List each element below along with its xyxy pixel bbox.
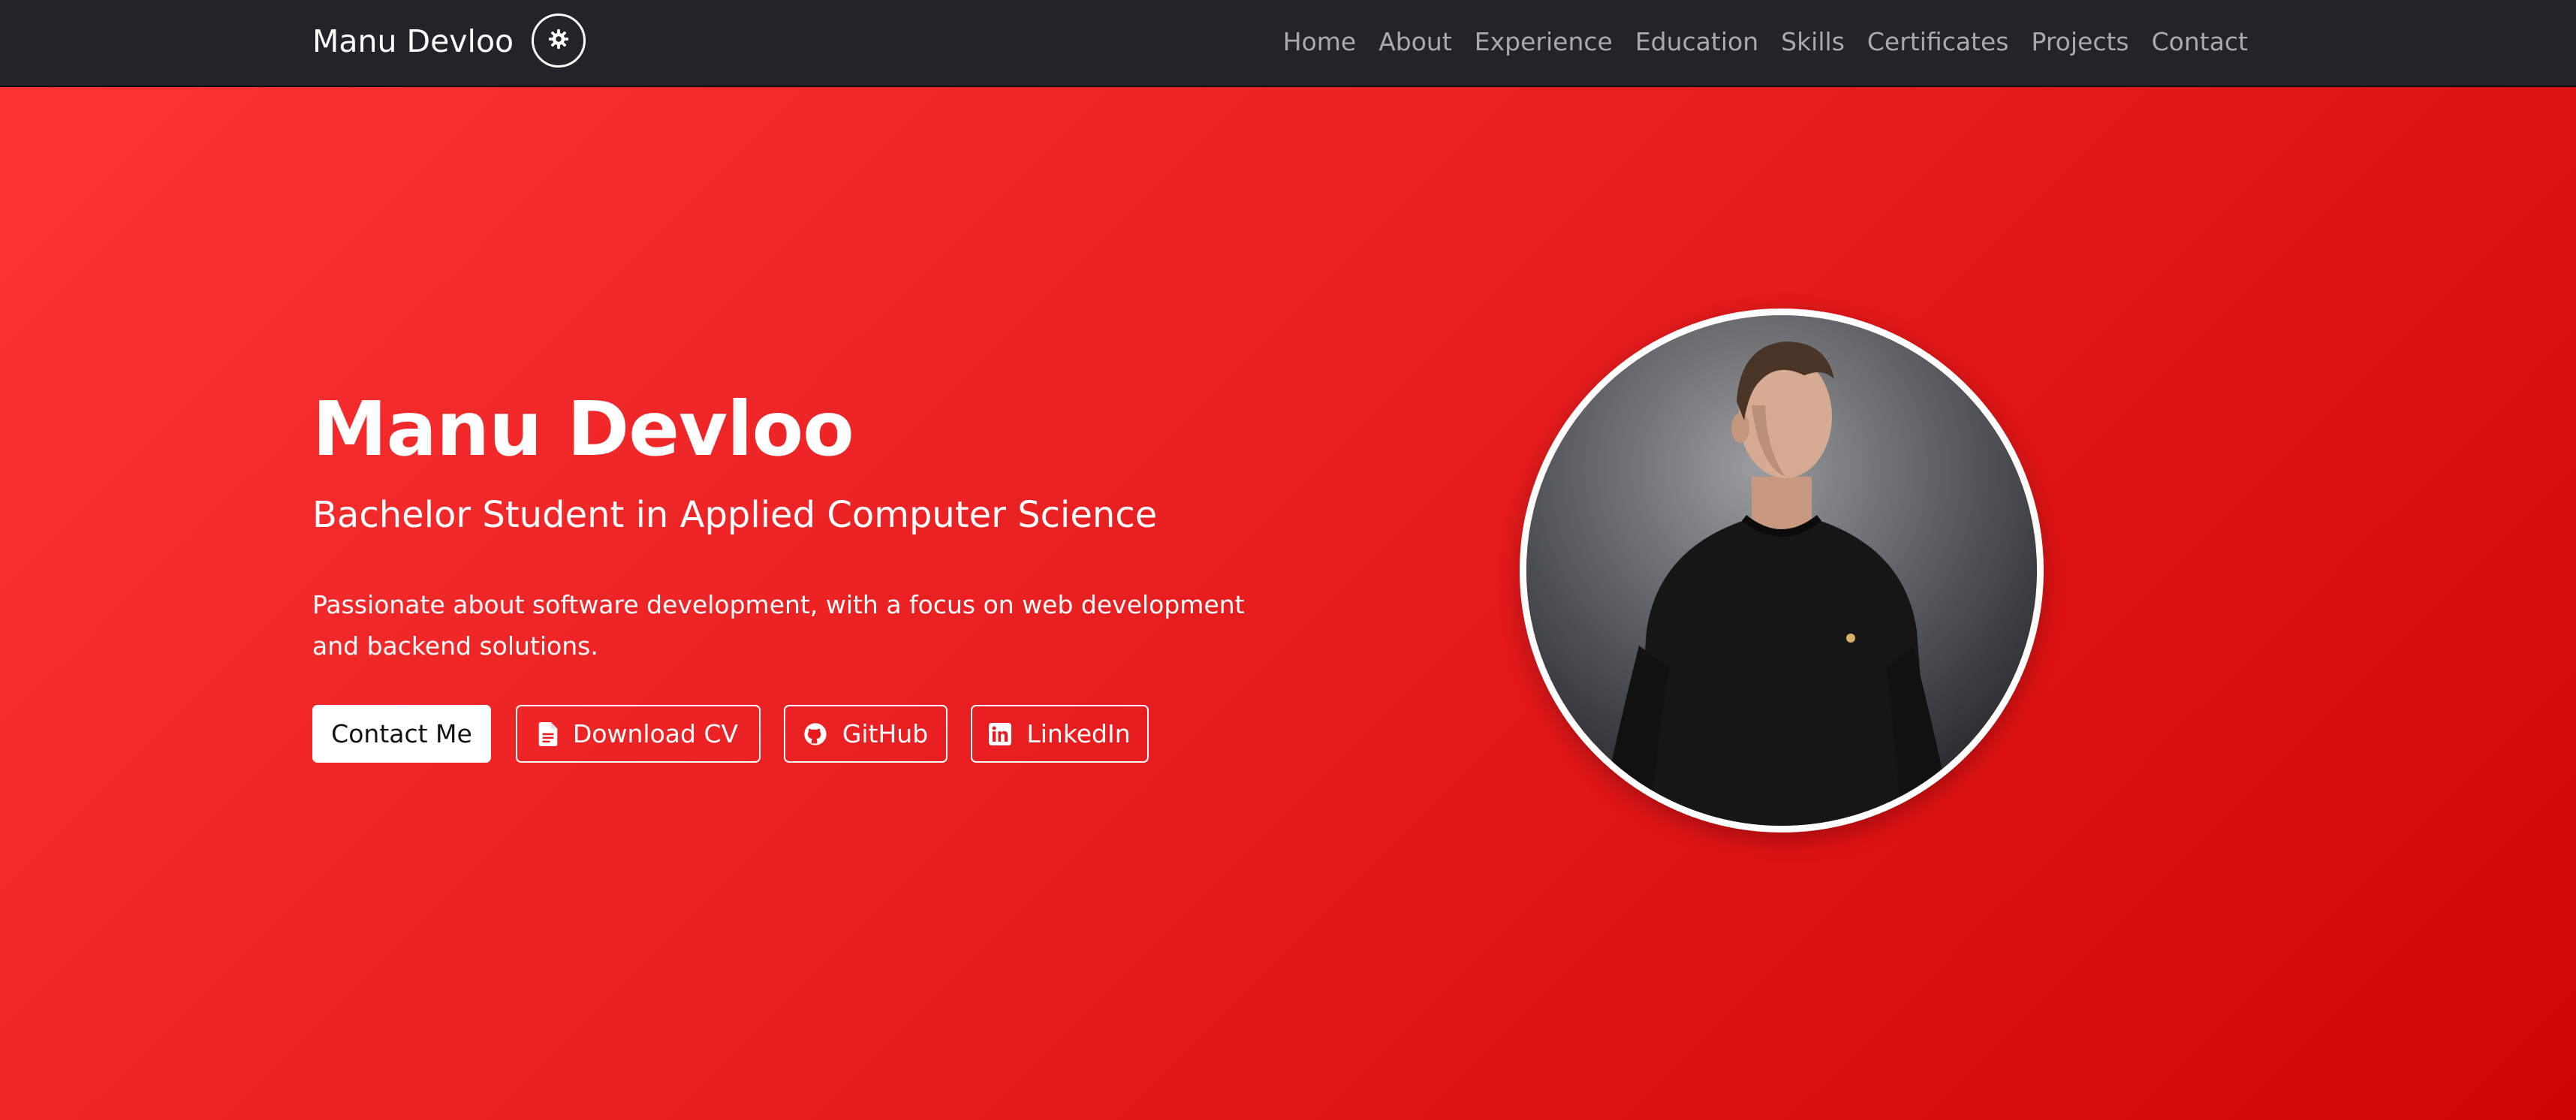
nav-link-about[interactable]: About <box>1378 26 1452 59</box>
linkedin-label: LinkedIn <box>1026 719 1131 748</box>
hero-description: Passionate about software development, w… <box>312 590 1245 661</box>
brand-link[interactable]: Manu Devloo <box>312 23 514 60</box>
nav-menu: Home About Experience Education Skills C… <box>1283 26 2248 59</box>
nav-link-contact[interactable]: Contact <box>2152 26 2248 59</box>
linkedin-icon <box>989 722 1012 745</box>
hero-section: Manu Devloo Bachelor Student in Applied … <box>0 87 2576 1120</box>
portrait-illustration <box>1526 315 2037 826</box>
github-button[interactable]: GitHub <box>784 705 948 763</box>
gear-icon <box>547 28 570 53</box>
nav-link-home[interactable]: Home <box>1283 26 1356 59</box>
hero-name: Manu Devloo <box>312 385 854 473</box>
contact-me-button[interactable]: Contact Me <box>312 705 491 763</box>
nav-link-certificates[interactable]: Certificates <box>1867 26 2009 59</box>
nav-link-projects[interactable]: Projects <box>2032 26 2129 59</box>
file-icon <box>538 721 558 746</box>
nav-link-experience[interactable]: Experience <box>1475 26 1613 59</box>
navbar: Manu Devloo Home About Experience Educat… <box>0 0 2576 87</box>
github-icon <box>803 722 827 746</box>
download-cv-button[interactable]: Download CV <box>516 705 761 763</box>
nav-link-education[interactable]: Education <box>1635 26 1758 59</box>
download-cv-label: Download CV <box>572 719 739 748</box>
profile-photo <box>1520 309 2044 832</box>
github-label: GitHub <box>842 719 929 748</box>
hero-subtitle: Bachelor Student in Applied Computer Sci… <box>312 494 1158 536</box>
contact-me-label: Contact Me <box>331 719 472 748</box>
theme-toggle-button[interactable] <box>532 14 586 68</box>
nav-link-skills[interactable]: Skills <box>1781 26 1845 59</box>
linkedin-button[interactable]: LinkedIn <box>971 705 1149 763</box>
